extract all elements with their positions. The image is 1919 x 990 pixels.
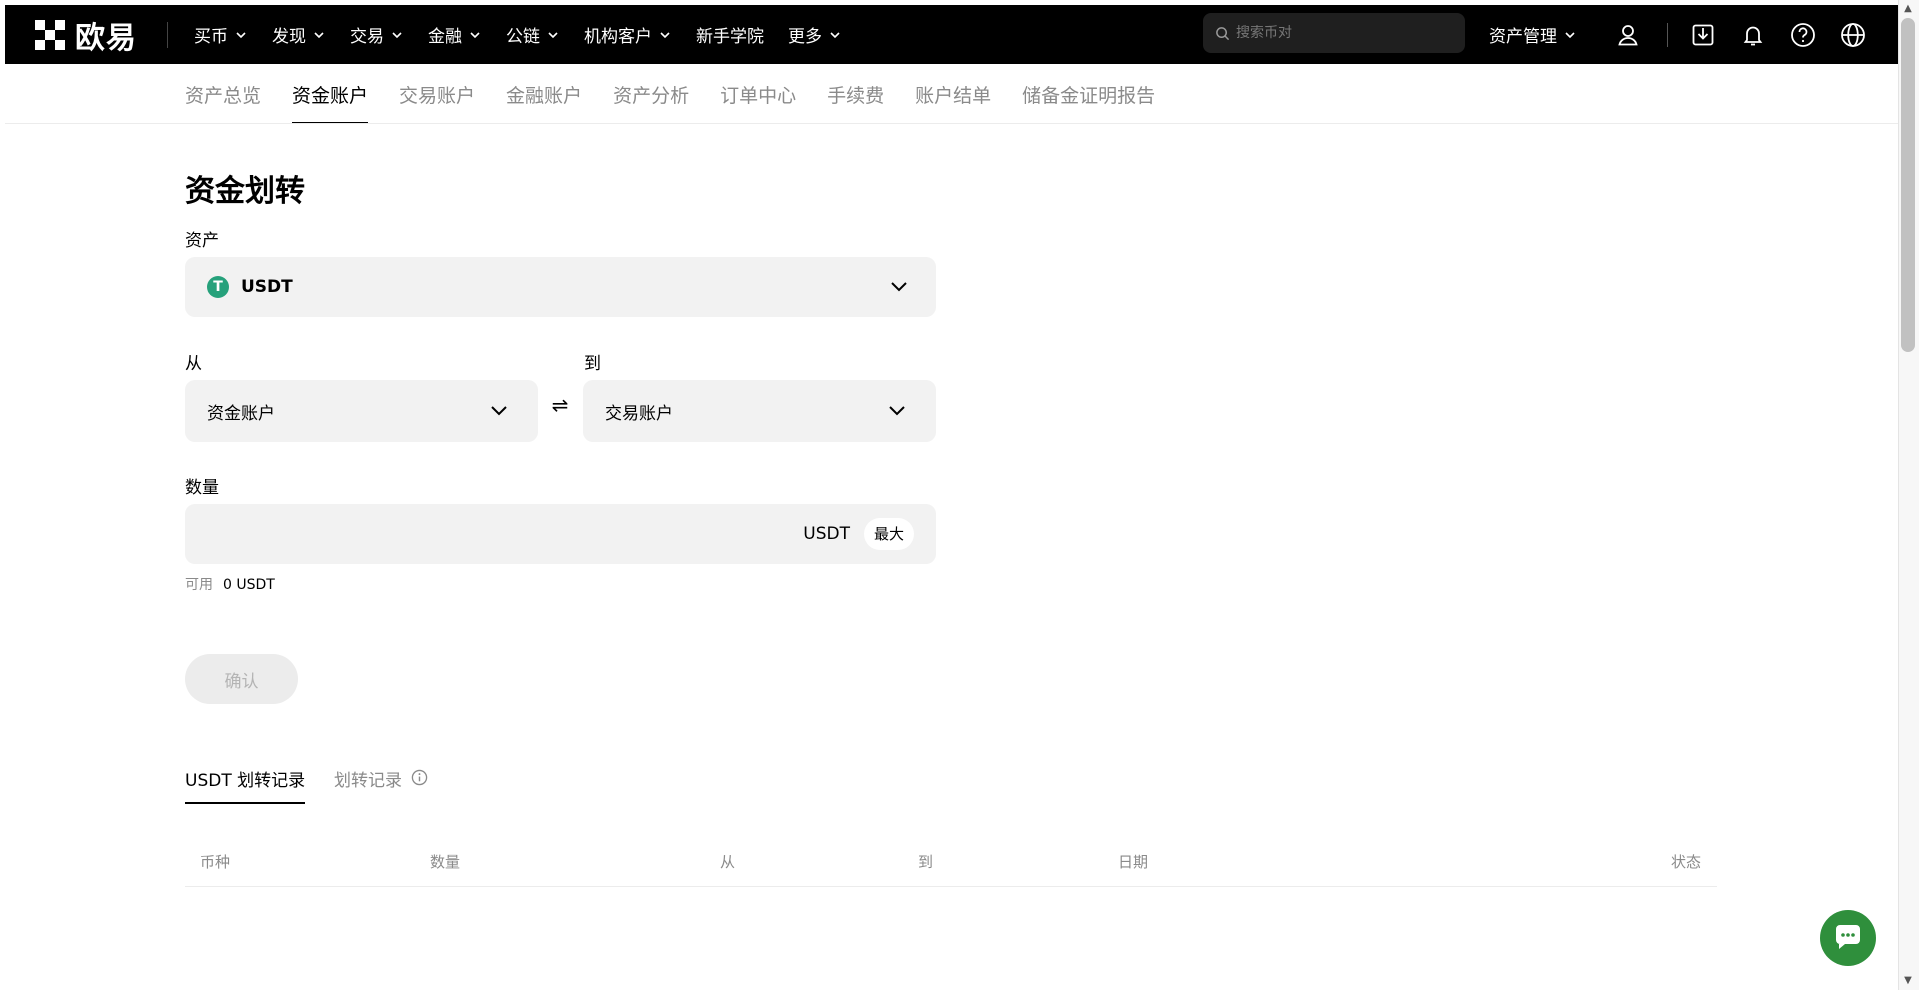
column-header-from: 从 [720,853,736,871]
scroll-down-arrow[interactable]: ▼ [1902,976,1914,986]
subtab-8[interactable]: 储备金证明报告 [1022,64,1155,124]
amount-input[interactable] [205,504,755,564]
chevron-down-icon [314,31,324,38]
logo-text: 欧易 [75,20,137,56]
info-icon[interactable] [411,769,428,786]
nav-item-label: 交易 [350,27,384,47]
from-label: 从 [185,354,202,374]
subtab-0[interactable]: 资产总览 [185,64,261,124]
download-icon[interactable] [1689,21,1717,49]
help-icon[interactable] [1789,21,1817,49]
nav-item-3[interactable]: 金融 [428,22,482,47]
chevron-down-icon [548,31,558,38]
scrollbar-thumb[interactable] [1901,18,1915,352]
user-icon[interactable] [1614,21,1642,49]
nav-menu: 买币 发现 交易 金融 公链 机构客户 新手学院 更多 [194,22,866,47]
subtab-1[interactable]: 资金账户 [292,64,369,124]
from-account-value: 资金账户 [207,403,275,424]
subtab-5[interactable]: 订单中心 [720,64,796,124]
asset-management-label: 资产管理 [1489,27,1557,47]
nav-item-label: 机构客户 [584,27,652,47]
available-balance: 可用 0 USDT [185,574,275,594]
chevron-down-icon [470,31,480,38]
to-account-select[interactable]: 交易账户 [583,380,936,442]
subtab-3[interactable]: 金融账户 [506,64,582,124]
subtab-4[interactable]: 资产分析 [613,64,689,124]
nav-item-0[interactable]: 买币 [194,22,248,47]
chevron-down-icon [830,31,840,38]
tab-usdt-transfer-records[interactable]: USDT 划转记录 [185,766,306,804]
asset-select[interactable]: T USDT [185,257,936,317]
nav-icons-divider [1667,23,1668,47]
usdt-coin-icon: T [207,276,229,298]
column-header-date: 日期 [1118,853,1149,871]
chevron-down-icon [889,406,905,416]
nav-item-1[interactable]: 发现 [272,22,326,47]
top-nav: 欧易 买币 发现 交易 金融 公链 机构客户 新手学院 更多 资产管理 [5,5,1898,64]
amount-unit: USDT [803,524,850,544]
subtab-6[interactable]: 手续费 [827,64,884,124]
nav-divider [167,21,168,48]
nav-item-6[interactable]: 新手学院 [696,22,764,47]
amount-field[interactable]: USDT 最大 [185,504,936,564]
search-input[interactable] [1236,25,1436,41]
to-label: 到 [584,354,601,374]
column-header-to: 到 [918,853,934,871]
search-icon [1216,26,1230,40]
asset-label: 资产 [185,231,219,251]
chevron-down-icon [660,31,670,38]
asset-select-value: USDT [241,277,293,297]
nav-item-label: 新手学院 [696,27,764,47]
subtab-7[interactable]: 账户结单 [915,64,991,124]
available-label: 可用 [185,577,213,593]
logo[interactable]: 欧易 [35,5,137,64]
available-value: 0 USDT [223,577,275,593]
column-header-amount: 数量 [430,853,461,871]
bell-icon[interactable] [1739,21,1767,49]
column-header-status: 状态 [1671,853,1702,871]
nav-item-label: 更多 [788,27,822,47]
max-button[interactable]: 最大 [863,518,914,550]
okx-logo-mark [35,19,65,50]
support-chat-button[interactable] [1820,910,1876,966]
swap-accounts-button[interactable]: ⇌ [550,395,570,415]
chevron-down-icon [236,31,246,38]
nav-item-2[interactable]: 交易 [350,22,404,47]
table-header-divider [185,886,1717,887]
from-account-select[interactable]: 资金账户 [185,380,538,442]
subtabs-divider [5,123,1898,124]
amount-label: 数量 [185,478,219,498]
account-subtabs: 资产总览 资金账户 交易账户 金融账户 资产分析 订单中心 手续费 账户结单 储备金证明报告 [185,64,1186,124]
tab-transfer-records[interactable]: 划转记录 [334,766,402,791]
to-account-value: 交易账户 [605,403,673,424]
asset-management-menu[interactable]: 资产管理 [1489,5,1577,64]
column-header-coin: 币种 [200,853,231,871]
nav-item-label: 发现 [272,27,306,47]
nav-item-label: 金融 [428,27,462,47]
nav-item-7[interactable]: 更多 [788,22,842,47]
scroll-up-arrow[interactable]: ▲ [1902,4,1914,14]
chevron-down-icon [891,282,907,292]
page-title: 资金划转 [185,174,305,209]
chevron-down-icon [1565,31,1575,38]
globe-icon[interactable] [1839,21,1867,49]
nav-item-4[interactable]: 公链 [506,22,560,47]
nav-item-label: 买币 [194,27,228,47]
chat-bubble-icon [1836,925,1860,949]
chevron-down-icon [491,406,507,416]
search-box[interactable] [1203,13,1465,53]
confirm-button[interactable]: 确认 [185,654,298,704]
subtab-2[interactable]: 交易账户 [399,64,475,124]
chevron-down-icon [392,31,402,38]
nav-item-label: 公链 [506,27,540,47]
nav-item-5[interactable]: 机构客户 [584,22,672,47]
